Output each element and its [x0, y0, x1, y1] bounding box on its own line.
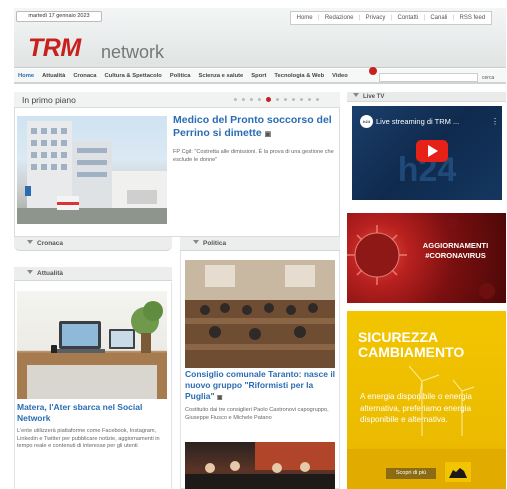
- eni-logo: [445, 462, 471, 482]
- attualita-image[interactable]: [17, 291, 167, 399]
- nav-tecnologia[interactable]: Tecnologia & Web: [270, 73, 328, 79]
- section-cronaca-label: Cronaca: [37, 240, 64, 247]
- site-logo[interactable]: TRM: [28, 36, 81, 61]
- eni-title: SICUREZZA CAMBIAMENTO: [358, 330, 464, 360]
- nav-cultura[interactable]: Cultura & Spettacolo: [101, 73, 166, 79]
- carousel-dot[interactable]: [266, 97, 271, 102]
- laptop-photo: [17, 301, 167, 399]
- live-tv-header[interactable]: Live TV: [347, 92, 506, 102]
- nav-scienza[interactable]: Scienza e salute: [194, 73, 247, 79]
- collapse-arrow-icon: [353, 93, 359, 97]
- video-title[interactable]: Live streaming di TRM ...: [376, 117, 459, 127]
- search-button[interactable]: cerca: [482, 75, 494, 81]
- eni-title-line-1: SICUREZZA: [358, 329, 439, 345]
- featured-headline[interactable]: Medico del Pronto soccorso del Perrino s…: [173, 114, 335, 141]
- featured-image[interactable]: [17, 116, 167, 224]
- politica-summary: Costituito dai tre consiglieri Paolo Cas…: [185, 407, 329, 421]
- politica-headline-text[interactable]: Consiglio comunale Taranto: nasce il nuo…: [185, 369, 335, 401]
- coronavirus-text[interactable]: AGGIORNAMENTI #CORONAVIRUS: [408, 241, 503, 261]
- section-cronaca[interactable]: Cronaca: [14, 237, 172, 251]
- carousel-dot[interactable]: [242, 98, 245, 101]
- collapse-arrow-icon: [27, 270, 33, 274]
- top-link-canali[interactable]: Canali: [430, 15, 447, 21]
- date-label: martedì 17 gennaio 2023: [16, 11, 102, 22]
- section-politica[interactable]: Politica: [180, 237, 340, 251]
- politica-image-2[interactable]: [185, 442, 335, 489]
- nav-cronaca[interactable]: Cronaca: [69, 73, 100, 79]
- carousel-dots[interactable]: [234, 97, 319, 102]
- carousel-dot[interactable]: [292, 98, 295, 101]
- attualita-headline[interactable]: Matera, l'Ater sbarca nel Social Network: [17, 402, 167, 424]
- nav-attualita[interactable]: Attualità: [38, 73, 69, 79]
- collapse-arrow-icon: [27, 240, 33, 244]
- live-tv-label: Live TV: [363, 94, 385, 100]
- politica-headline[interactable]: Consiglio comunale Taranto: nasce il nuo…: [185, 369, 337, 404]
- carousel-dot[interactable]: [276, 98, 279, 101]
- nav-home[interactable]: Home: [14, 73, 38, 79]
- politica-image[interactable]: [185, 260, 335, 368]
- carousel-dot[interactable]: [250, 98, 253, 101]
- nav-video[interactable]: Video: [328, 73, 352, 79]
- top-link-redazione[interactable]: Redazione: [325, 15, 354, 21]
- nav-sport[interactable]: Sport: [247, 73, 270, 79]
- eni-title-line-2: CAMBIAMENTO: [358, 344, 465, 360]
- top-link-privacy[interactable]: Privacy: [366, 15, 386, 21]
- collapse-arrow-icon: [193, 240, 199, 244]
- search-input[interactable]: [379, 73, 478, 82]
- site-logo-sub[interactable]: network: [101, 42, 164, 62]
- eni-text: A energia disponibile o energia alternat…: [360, 392, 472, 424]
- carousel-dot[interactable]: [316, 98, 319, 101]
- discover-more-button[interactable]: Scopri di più: [386, 468, 436, 479]
- carousel-dot[interactable]: [234, 98, 237, 101]
- top-links-bar: Home | Redazione | Privacy | Contatti | Cana…: [290, 11, 492, 25]
- video-badge: [369, 67, 377, 75]
- camera-icon: ▣: [264, 131, 272, 138]
- carousel-dot[interactable]: [258, 98, 261, 101]
- section-attualita-label: Attualità: [37, 270, 63, 277]
- more-options-icon[interactable]: ⋮: [491, 117, 499, 126]
- carousel-dot[interactable]: [284, 98, 287, 101]
- play-icon: [428, 145, 438, 157]
- section-politica-label: Politica: [203, 240, 227, 247]
- top-link-contatti[interactable]: Contatti: [397, 15, 418, 21]
- featured-headline-text[interactable]: Medico del Pronto soccorso del Perrino s…: [173, 114, 332, 139]
- camera-icon: ▣: [216, 395, 223, 401]
- attualita-summary: L'ente utilizzerà piattaforme come Faceb…: [17, 428, 160, 450]
- channel-logo: h24: [360, 115, 373, 128]
- carousel-dot[interactable]: [308, 98, 311, 101]
- featured-summary: FP Cgil: "Costretta alle dimissioni. È l…: [173, 149, 334, 163]
- hospital-photo: [17, 121, 167, 224]
- featured-title: In primo piano: [22, 95, 76, 105]
- nav-politica[interactable]: Politica: [166, 73, 195, 79]
- top-link-home[interactable]: Home: [297, 15, 313, 21]
- dog-logo-icon: [445, 462, 471, 482]
- event-photo: [185, 442, 335, 489]
- section-attualita[interactable]: Attualità: [14, 267, 172, 281]
- top-link-rss[interactable]: RSS feed: [460, 15, 486, 21]
- carousel-dot[interactable]: [300, 98, 303, 101]
- council-photo: [185, 260, 335, 368]
